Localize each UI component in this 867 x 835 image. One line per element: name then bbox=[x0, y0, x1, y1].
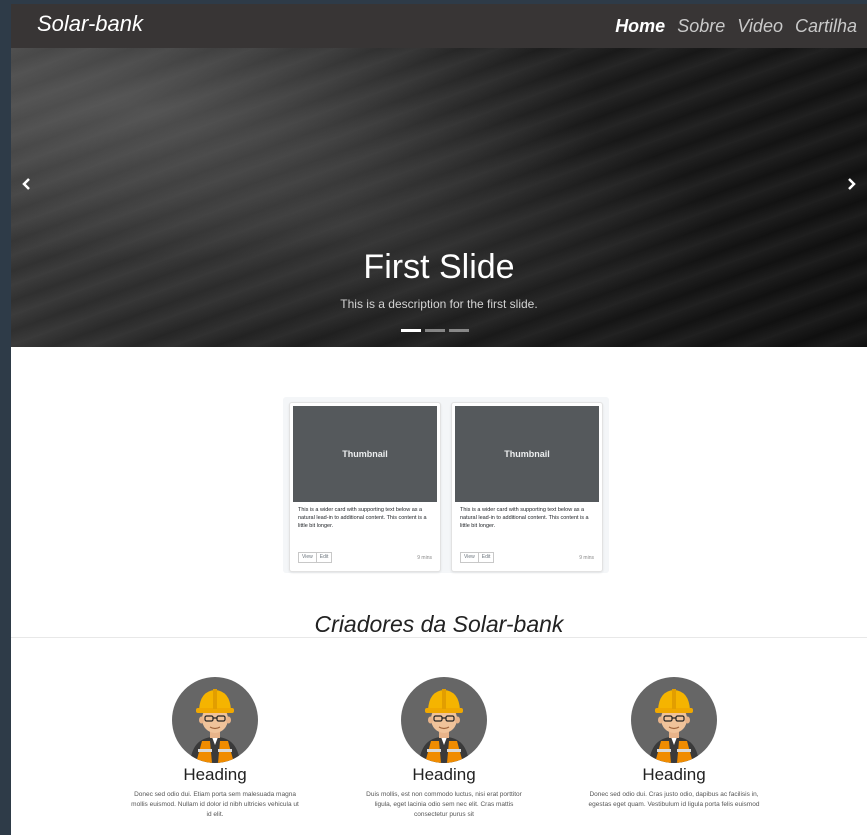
nav-link-video[interactable]: Video bbox=[737, 16, 783, 37]
nav-link-cartilha[interactable]: Cartilha bbox=[795, 16, 857, 37]
creator-column: Heading Donec sed odio dui. Etiam porta … bbox=[115, 677, 315, 820]
card-thumbnail: Thumbnail bbox=[455, 406, 599, 502]
carousel-prev-button[interactable] bbox=[17, 174, 37, 197]
view-button[interactable]: View bbox=[298, 552, 317, 563]
album-card: Thumbnail This is a wider card with supp… bbox=[289, 402, 441, 572]
album-card: Thumbnail This is a wider card with supp… bbox=[451, 402, 603, 572]
slide-title: First Slide bbox=[363, 248, 515, 286]
creator-heading: Heading bbox=[183, 765, 247, 784]
avatar bbox=[401, 677, 487, 763]
chevron-right-icon bbox=[848, 178, 856, 190]
card-time: 9 mins bbox=[417, 554, 432, 561]
creators-title: Criadores da Solar-bank bbox=[314, 611, 564, 637]
view-button[interactable]: View bbox=[460, 552, 479, 563]
carousel-indicator-2[interactable] bbox=[425, 329, 445, 332]
navbar: Solar-bank Home Sobre Video Cartilha bbox=[11, 4, 867, 48]
avatar bbox=[631, 677, 717, 763]
slide-description: This is a description for the first slid… bbox=[340, 297, 538, 311]
card-text: This is a wider card with supporting tex… bbox=[298, 507, 427, 529]
nav-links: Home Sobre Video Cartilha bbox=[615, 16, 857, 37]
card-thumbnail: Thumbnail bbox=[293, 406, 437, 502]
creator-text: Donec sed odio dui. Cras justo odio, dap… bbox=[588, 791, 760, 808]
card-button-group: View Edit bbox=[460, 552, 495, 563]
chevron-left-icon bbox=[22, 178, 30, 190]
brand-logo[interactable]: Solar-bank bbox=[37, 11, 143, 37]
avatar bbox=[172, 677, 258, 763]
divider bbox=[11, 637, 867, 638]
construction-worker-icon bbox=[419, 689, 469, 763]
card-button-group: View Edit bbox=[298, 552, 333, 563]
card-text: This is a wider card with supporting tex… bbox=[460, 507, 589, 529]
creator-column: Heading Donec sed odio dui. Cras justo o… bbox=[574, 677, 774, 810]
creator-text: Donec sed odio dui. Etiam porta sem male… bbox=[131, 791, 299, 818]
creator-text: Duis mollis, est non commodo luctus, nis… bbox=[366, 791, 522, 818]
hero-carousel: First Slide This is a description for th… bbox=[11, 48, 867, 347]
creator-heading: Heading bbox=[412, 765, 476, 784]
page: Solar-bank Home Sobre Video Cartilha Fir… bbox=[11, 4, 867, 835]
edit-button[interactable]: Edit bbox=[478, 552, 495, 563]
carousel-indicators bbox=[401, 329, 469, 332]
carousel-indicator-1[interactable] bbox=[401, 329, 421, 332]
card-footer: View Edit 9 mins bbox=[298, 552, 432, 563]
edit-button[interactable]: Edit bbox=[316, 552, 333, 563]
nav-link-home[interactable]: Home bbox=[615, 16, 665, 37]
creator-heading: Heading bbox=[642, 765, 706, 784]
carousel-next-button[interactable] bbox=[841, 174, 861, 197]
construction-worker-icon bbox=[190, 689, 240, 763]
card-time: 9 mins bbox=[579, 554, 594, 561]
card-footer: View Edit 9 mins bbox=[460, 552, 594, 563]
nav-link-sobre[interactable]: Sobre bbox=[677, 16, 725, 37]
thumbnail-label: Thumbnail bbox=[342, 449, 388, 459]
thumbnail-label: Thumbnail bbox=[504, 449, 550, 459]
creator-column: Heading Duis mollis, est non commodo luc… bbox=[344, 677, 544, 820]
carousel-indicator-3[interactable] bbox=[449, 329, 469, 332]
construction-worker-icon bbox=[649, 689, 699, 763]
